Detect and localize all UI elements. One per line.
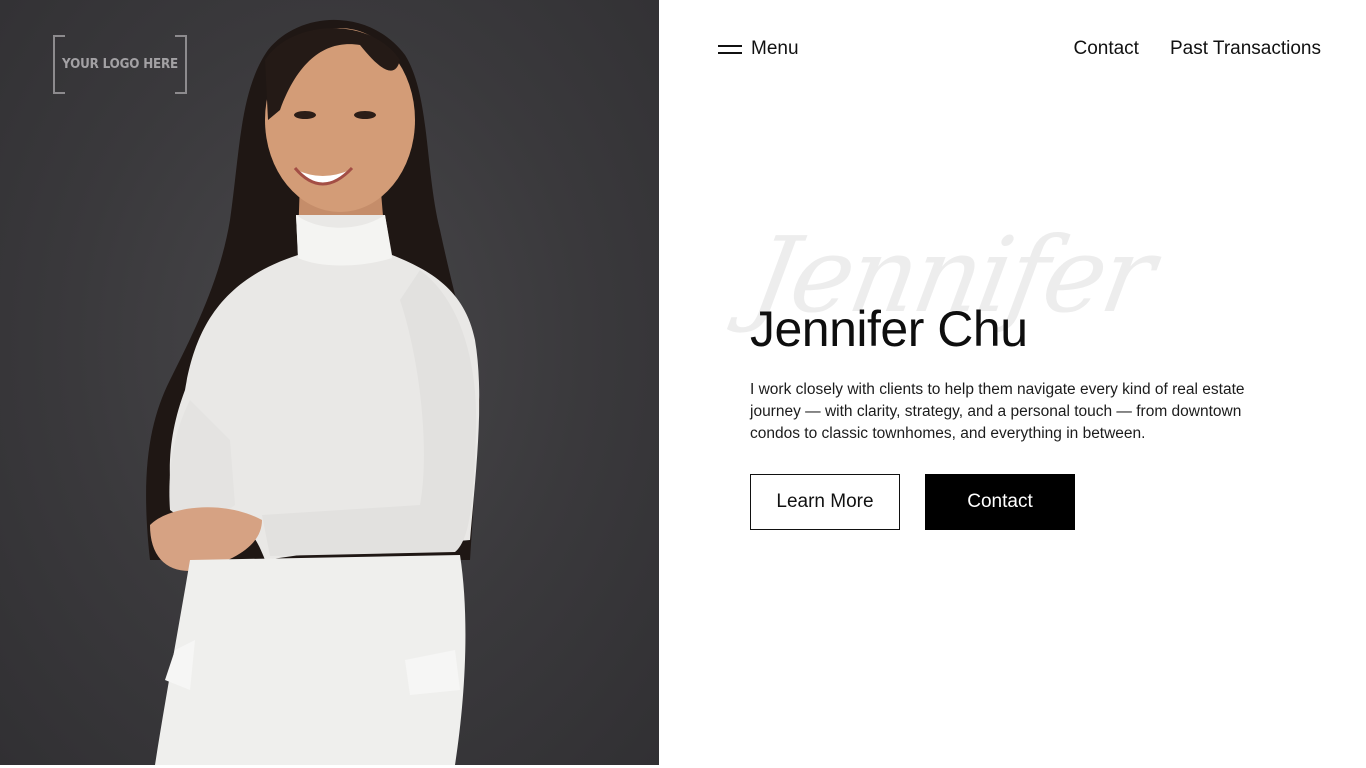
menu-label: Menu bbox=[751, 38, 799, 59]
top-nav: Contact Past Transactions bbox=[1073, 38, 1321, 60]
contact-button[interactable]: Contact bbox=[925, 474, 1075, 530]
logo-text: YOUR LOGO HERE bbox=[61, 57, 178, 72]
nav-link-contact[interactable]: Contact bbox=[1073, 38, 1138, 60]
agent-bio: I work closely with clients to help them… bbox=[750, 381, 1245, 442]
logo-bracket-right bbox=[175, 35, 187, 94]
page: YOUR LOGO HERE Menu Contact Past Transac… bbox=[0, 0, 1366, 768]
menu-button[interactable]: Menu bbox=[718, 38, 799, 60]
agent-portrait-panel: YOUR LOGO HERE bbox=[0, 0, 659, 765]
learn-more-button[interactable]: Learn More bbox=[750, 474, 900, 530]
nav-link-past-transactions[interactable]: Past Transactions bbox=[1170, 38, 1321, 60]
agent-name: Jennifer Chu bbox=[750, 301, 1028, 357]
agent-portrait bbox=[146, 19, 480, 765]
hamburger-icon bbox=[718, 44, 742, 54]
logo[interactable]: YOUR LOGO HERE bbox=[53, 35, 187, 94]
